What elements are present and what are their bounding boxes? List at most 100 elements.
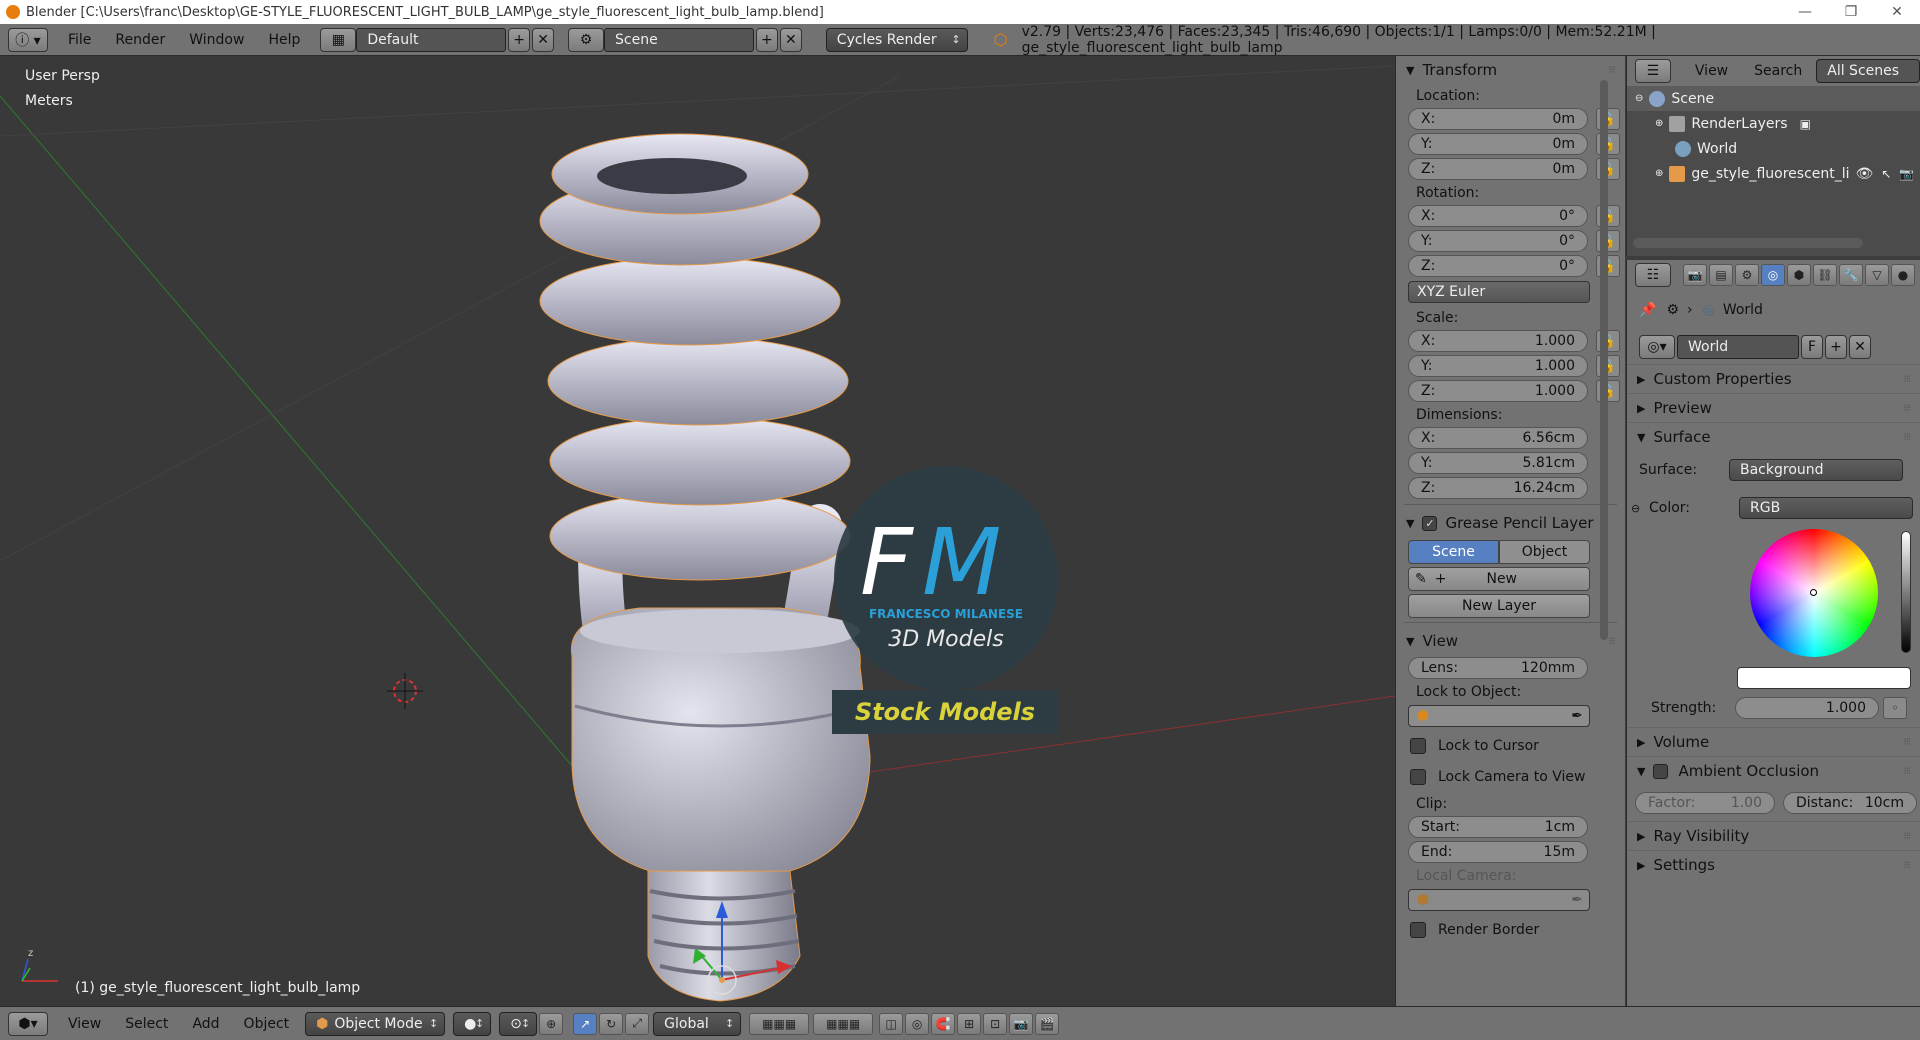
selectable-cursor-icon[interactable]: ↖ [1881,167,1891,181]
add-scene-icon[interactable]: + [755,27,778,52]
bulb-model[interactable] [539,133,871,1002]
unlink-icon[interactable]: ⊖ [1631,502,1649,515]
scale-manipulator-icon[interactable]: ⤢ [625,1012,650,1035]
close-button[interactable]: ✕ [1874,4,1920,20]
transform-orientation-dropdown[interactable]: Global [653,1011,742,1036]
scale-x-field[interactable]: X: 1.000 [1408,329,1588,352]
rotate-manipulator-icon[interactable]: ↻ [599,1012,624,1035]
lock-object-field[interactable]: ⬢ ✒ [1408,705,1590,727]
drag-grip-icon[interactable]: ⁝⁝⁝ [1903,831,1910,842]
viewport-shading-dropdown[interactable]: ● [453,1011,492,1036]
menu-help[interactable]: Help [256,32,312,48]
pin-icon[interactable]: 📌 [1639,302,1656,318]
snap-magnet-icon[interactable]: 🧲 [931,1012,956,1035]
outliner-item-scene[interactable]: ⊖ Scene [1627,86,1920,111]
grease-pencil-checkbox[interactable]: ✓ [1422,515,1438,531]
scene-icon[interactable]: ⚙ [568,27,605,52]
scene-field[interactable]: Scene [604,27,754,52]
drag-grip-icon[interactable]: ⁝⁝⁝ [1903,766,1910,777]
render-border-checkbox[interactable]: Render Border [1396,914,1625,945]
scale-z-field[interactable]: Z: 1.000 [1408,379,1588,402]
clip-start-field[interactable]: Start: 1cm [1408,815,1588,838]
driver-icon[interactable]: ◦ [1883,697,1907,719]
drag-grip-icon[interactable]: ⁝⁝⁝ [1903,432,1910,443]
material-tab-icon[interactable]: ● [1891,264,1915,286]
snap-element-icon[interactable]: ⊞ [957,1012,982,1035]
section-ray-visibility[interactable]: ▶ Ray Visibility ⁝⁝⁝ [1627,821,1920,850]
location-y-field[interactable]: Y: 0m [1408,132,1588,155]
checkbox-box[interactable] [1410,921,1426,938]
drag-grip-icon[interactable]: ⁝⁝⁝ [1903,374,1910,385]
menu-select[interactable]: Select [113,1016,180,1032]
outliner-editor-icon[interactable]: ☰ [1635,59,1671,83]
checkbox-box[interactable] [1410,737,1426,754]
data-tab-icon[interactable]: ▽ [1865,264,1889,286]
world-tab-icon[interactable]: ◎ [1761,264,1785,286]
rotation-y-field[interactable]: Y: 0° [1408,229,1588,252]
outliner-scrollbar[interactable] [1633,238,1863,248]
new-layer-button[interactable]: New Layer [1408,594,1590,618]
lock-camera-checkbox[interactable]: Lock Camera to View [1396,761,1625,792]
rotation-x-field[interactable]: X: 0° [1408,204,1588,227]
rotation-mode-dropdown[interactable]: XYZ Euler [1408,281,1590,303]
drag-grip-icon[interactable]: ⁝⁝⁝ [1608,65,1615,76]
color-wheel-cursor[interactable] [1810,589,1817,596]
scene-tab-icon[interactable]: ⚙ [1735,264,1759,286]
3d-view-editor-icon[interactable]: ⬢▾ [8,1011,48,1036]
menu-render[interactable]: Render [103,32,177,48]
color-wheel[interactable] [1750,529,1878,657]
render-engine-dropdown[interactable]: Cycles Render [825,27,968,52]
3d-viewport[interactable]: z F M FRANCESCO MILANESE 3D Models Stock… [0,56,1395,1006]
world-browse-icon[interactable]: ◎▾ [1639,335,1675,359]
menu-add[interactable]: Add [180,1016,231,1032]
constraints-tab-icon[interactable]: ⛓ [1813,264,1837,286]
minimize-button[interactable]: — [1782,4,1828,20]
interaction-mode-dropdown[interactable]: ⬢ Object Mode [305,1011,446,1036]
drag-grip-icon[interactable]: ⁝⁝⁝ [1903,860,1910,871]
remove-layout-icon[interactable]: ✕ [532,27,555,52]
layout-grid-icon[interactable]: ▦ [320,27,357,52]
local-camera-field[interactable]: ⬢ ✒ [1408,889,1590,911]
grease-new-button[interactable]: ✎ + New [1408,567,1590,591]
menu-object[interactable]: Object [232,1016,302,1032]
grease-scene-tab[interactable]: Scene [1408,540,1499,564]
remove-world-icon[interactable]: ✕ [1849,335,1871,359]
transform-panel-header[interactable]: ▼ Transform ⁝⁝⁝ [1396,56,1625,84]
ao-distance-field[interactable]: Distanc: 10cm [1783,792,1917,814]
world-name-field[interactable]: World [1677,335,1799,359]
maximize-button[interactable]: ❐ [1828,4,1874,20]
proportional-edit-icon[interactable]: ◎ [905,1012,930,1035]
menu-view[interactable]: View [56,1016,113,1032]
editor-type-icon[interactable]: ⓘ ▾ [8,27,48,52]
visibility-eye-icon[interactable]: 👁 [1856,166,1874,182]
properties-editor-icon[interactable]: ☷ [1635,263,1671,287]
screen-layout-field[interactable]: Default [356,27,507,52]
color-mode-dropdown[interactable]: RGB [1739,497,1913,519]
scale-y-field[interactable]: Y: 1.000 [1408,354,1588,377]
section-custom-properties[interactable]: ▶ Custom Properties ⁝⁝⁝ [1627,364,1920,393]
manipulator-toggle-icon[interactable]: ⊕ [539,1012,564,1035]
section-volume[interactable]: ▶ Volume ⁝⁝⁝ [1627,727,1920,756]
eyedropper-icon[interactable]: ✒ [1571,708,1583,724]
view-panel-header[interactable]: ▼ View ⁝⁝⁝ [1396,627,1625,655]
ao-enable-checkbox[interactable] [1653,763,1669,779]
menu-window[interactable]: Window [177,32,256,48]
section-surface[interactable]: ▼ Surface ⁝⁝⁝ [1627,422,1920,451]
dimensions-y-field[interactable]: Y: 5.81cm [1408,451,1588,474]
eyedropper-icon[interactable]: ✒ [1571,892,1583,908]
section-preview[interactable]: ▶ Preview ⁝⁝⁝ [1627,393,1920,422]
grease-object-tab[interactable]: Object [1499,540,1590,564]
render-camera-icon[interactable]: 📷 [1899,167,1914,181]
add-world-icon[interactable]: + [1825,335,1847,359]
render-layer-toggle-icon[interactable]: ▣ [1800,117,1811,131]
section-settings[interactable]: ▶ Settings ⁝⁝⁝ [1627,850,1920,879]
outliner-item-renderlayers[interactable]: ⊕ RenderLayers ▣ [1627,111,1920,136]
lens-field[interactable]: Lens: 120mm [1408,656,1588,679]
opengl-anim-icon[interactable]: 🎬 [1035,1012,1060,1035]
dimensions-x-field[interactable]: X: 6.56cm [1408,426,1588,449]
color-swatch[interactable] [1737,667,1911,689]
outliner-item-bulb-object[interactable]: ⊕ ge_style_fluorescent_li 👁 ↖ 📷 [1627,161,1920,186]
rotation-z-field[interactable]: Z: 0° [1408,254,1588,277]
scene-layers-icon[interactable]: ▦▦▦ [813,1012,874,1035]
drag-grip-icon[interactable]: ⁝⁝⁝ [1903,403,1910,414]
